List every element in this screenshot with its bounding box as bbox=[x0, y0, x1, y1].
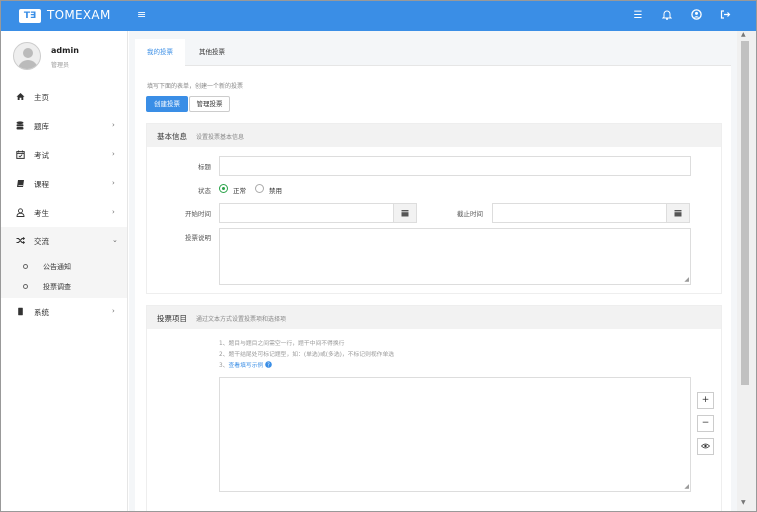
logo: T∃ bbox=[19, 9, 41, 23]
shuffle-icon bbox=[15, 236, 25, 246]
end-time-label: 截止时间 bbox=[457, 210, 483, 218]
title-input[interactable] bbox=[219, 156, 691, 176]
sidebar-submenu: 公告通知 投票调查 bbox=[1, 255, 127, 298]
sidebar-item-home[interactable]: 主页 bbox=[1, 83, 127, 111]
sidebar-item-label: 课程 bbox=[34, 180, 49, 189]
sidebar-item-question-bank[interactable]: 题库 › bbox=[1, 112, 127, 140]
username: admin bbox=[51, 46, 79, 55]
chevron-right-icon: › bbox=[112, 208, 115, 216]
section-subtitle: 设置投票基本信息 bbox=[196, 134, 245, 141]
main-content: 我的投票 其他投票 填写下面的表单，创建一个新的投票 创建投票 管理投票 基本信… bbox=[129, 31, 737, 511]
resize-handle-icon[interactable]: ◢ bbox=[684, 484, 689, 490]
sidebar-item-label: 题库 bbox=[34, 122, 49, 131]
description-textarea[interactable]: ◢ bbox=[219, 228, 691, 285]
sidebar: admin 管理员 主页 题库 › 考试 › 课程 › 考生 › 交流 ⌄ 公告… bbox=[1, 31, 128, 511]
help-icon: ? bbox=[265, 361, 272, 369]
section-header: 基本信息 设置投票基本信息 bbox=[147, 124, 721, 147]
add-button[interactable]: + bbox=[697, 392, 714, 409]
tab-my-votes[interactable]: 我的投票 bbox=[135, 39, 185, 67]
sidebar-item-exam[interactable]: 考试 › bbox=[1, 141, 127, 169]
calendar-icon bbox=[15, 150, 25, 160]
avatar[interactable] bbox=[13, 42, 41, 70]
sidebar-subitem-label: 公告通知 bbox=[43, 263, 71, 271]
scroll-thumb[interactable] bbox=[741, 41, 749, 385]
sidebar-item-system[interactable]: 系统 › bbox=[1, 298, 127, 326]
user-icon bbox=[15, 208, 25, 218]
list-icon[interactable]: ☰ bbox=[631, 9, 645, 23]
section-title: 基本信息 bbox=[157, 132, 187, 141]
preview-eye-button[interactable] bbox=[697, 438, 714, 455]
section-subtitle: 通过文本方式设置投票项和选择项 bbox=[196, 316, 287, 323]
system-icon bbox=[15, 307, 25, 317]
sidebar-subitem-vote[interactable]: 投票调查 bbox=[1, 278, 127, 298]
svg-text:?: ? bbox=[267, 363, 270, 369]
basic-info-section: 基本信息 设置投票基本信息 标题 状态 正常 禁用 开始时间 截止时间 投票说明… bbox=[146, 123, 722, 294]
sidebar-item-examinee[interactable]: 考生 › bbox=[1, 199, 127, 227]
start-time-input[interactable] bbox=[219, 203, 394, 223]
chevron-down-icon: ⌄ bbox=[112, 236, 118, 244]
circle-icon bbox=[23, 284, 28, 289]
vote-items-section: 投票项目 通过文本方式设置投票项和选择项 1、题目与题目之间需空一行，题干中间不… bbox=[146, 305, 722, 511]
remove-button[interactable]: − bbox=[697, 415, 714, 432]
home-icon bbox=[15, 92, 25, 102]
app-window: T∃ TOMEXAM ≡ ☰ admin 管理员 主页 题库 › 考试 › 课程… bbox=[0, 0, 757, 512]
resize-handle-icon[interactable]: ◢ bbox=[684, 277, 689, 283]
sidebar-subitem-label: 投票调查 bbox=[43, 283, 71, 291]
title-label: 标题 bbox=[198, 163, 211, 171]
view-example-link[interactable]: 查看填写示例 bbox=[229, 363, 264, 369]
sidebar-item-course[interactable]: 课程 › bbox=[1, 170, 127, 198]
status-normal-label: 正常 bbox=[233, 187, 246, 195]
calendar-icon[interactable] bbox=[666, 203, 690, 223]
menu-toggle-icon[interactable]: ≡ bbox=[137, 9, 149, 21]
form-hint: 填写下面的表单，创建一个新的投票 bbox=[147, 83, 244, 90]
sidebar-item-label: 系统 bbox=[34, 308, 49, 317]
manage-vote-button[interactable]: 管理投票 bbox=[189, 96, 230, 112]
sidebar-item-communication[interactable]: 交流 ⌄ bbox=[1, 227, 127, 255]
instruction-line: 2、题干结尾处可标记题型，如：(单选)或(多选)，不标记则视作单选 bbox=[219, 352, 395, 358]
content-panel: 我的投票 其他投票 填写下面的表单，创建一个新的投票 创建投票 管理投票 基本信… bbox=[135, 39, 731, 511]
create-vote-button[interactable]: 创建投票 bbox=[146, 96, 188, 112]
calendar-icon[interactable] bbox=[393, 203, 417, 223]
database-icon bbox=[15, 121, 25, 131]
tab-bar: 我的投票 其他投票 bbox=[135, 39, 731, 67]
sidebar-item-label: 交流 bbox=[34, 237, 49, 246]
instruction-prefix: 3、 bbox=[219, 363, 229, 369]
circle-icon bbox=[23, 264, 28, 269]
vote-items-textarea[interactable]: ◢ bbox=[219, 377, 691, 492]
status-normal-radio[interactable] bbox=[219, 184, 228, 193]
top-bar: T∃ TOMEXAM ≡ ☰ bbox=[1, 1, 756, 31]
end-time-input[interactable] bbox=[492, 203, 667, 223]
tab-other-votes[interactable]: 其他投票 bbox=[187, 39, 237, 66]
user-role: 管理员 bbox=[51, 62, 70, 69]
sidebar-subitem-announcement[interactable]: 公告通知 bbox=[1, 258, 127, 278]
description-label: 投票说明 bbox=[185, 234, 211, 242]
instruction-line-3: 3、查看填写示例 ? bbox=[219, 360, 272, 369]
section-header: 投票项目 通过文本方式设置投票项和选择项 bbox=[147, 306, 721, 329]
logout-icon[interactable] bbox=[718, 9, 732, 23]
book-icon bbox=[15, 179, 25, 189]
chevron-right-icon: › bbox=[112, 179, 115, 187]
status-disabled-radio[interactable] bbox=[255, 184, 264, 193]
user-circle-icon[interactable] bbox=[689, 9, 703, 23]
status-label: 状态 bbox=[198, 187, 211, 195]
section-title: 投票项目 bbox=[157, 314, 187, 323]
chevron-right-icon: › bbox=[112, 307, 115, 315]
brand-name: TOMEXAM bbox=[47, 8, 111, 22]
scroll-up-icon[interactable]: ▲ bbox=[741, 31, 746, 38]
scrollbar[interactable]: ▲ ▼ bbox=[737, 31, 756, 511]
scroll-down-icon[interactable]: ▼ bbox=[741, 499, 746, 506]
sidebar-item-label: 考试 bbox=[34, 151, 49, 160]
bell-icon[interactable] bbox=[660, 9, 674, 23]
chevron-right-icon: › bbox=[112, 150, 115, 158]
sidebar-item-label: 考生 bbox=[34, 209, 49, 218]
chevron-right-icon: › bbox=[112, 121, 115, 129]
start-time-label: 开始时间 bbox=[185, 210, 211, 218]
sidebar-item-label: 主页 bbox=[34, 93, 49, 102]
status-disabled-label: 禁用 bbox=[269, 187, 282, 195]
instruction-line: 1、题目与题目之间需空一行，题干中间不得换行 bbox=[219, 341, 345, 347]
